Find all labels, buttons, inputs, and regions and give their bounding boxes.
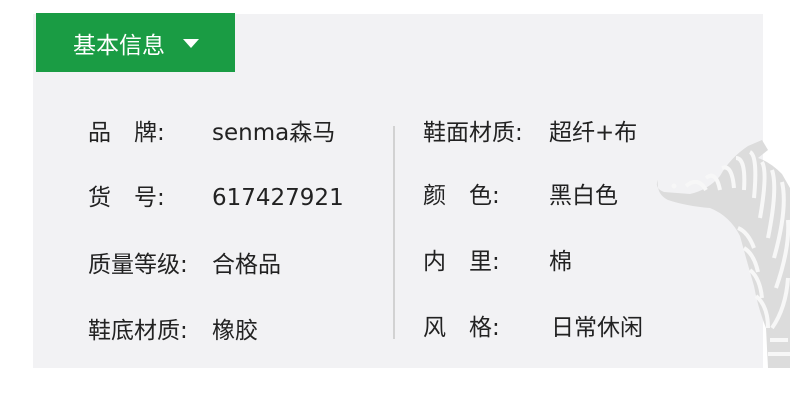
attr-value: senma森马	[212, 120, 336, 146]
caret-down-icon	[183, 39, 199, 48]
attr-value: 橡胶	[212, 318, 258, 344]
column-divider	[393, 126, 395, 339]
attr-value: 合格品	[212, 252, 281, 278]
attr-value: 棉	[549, 249, 572, 275]
attr-row-sole-material: 鞋底材质: 橡胶	[88, 315, 388, 347]
attr-row-item-number: 货 号: 617427921	[88, 182, 388, 214]
attr-label: 质量等级:	[88, 252, 188, 278]
attr-label: 货 号:	[88, 185, 165, 211]
zebra-watermark-icon	[656, 140, 790, 368]
attr-value: 日常休闲	[551, 315, 643, 341]
attr-label: 鞋底材质:	[88, 318, 188, 344]
attr-label: 风 格:	[423, 315, 500, 341]
attr-value: 黑白色	[549, 183, 618, 209]
attr-row-brand: 品 牌: senma森马	[88, 117, 388, 149]
tab-label: 基本信息	[73, 32, 165, 59]
attr-label: 品 牌:	[88, 120, 165, 146]
attr-label: 颜 色:	[423, 183, 500, 209]
attr-value: 617427921	[212, 185, 344, 211]
attr-label: 鞋面材质:	[423, 120, 523, 146]
basic-info-tab[interactable]: 基本信息	[36, 13, 235, 72]
attr-label: 内 里:	[423, 249, 500, 275]
attr-value: 超纤+布	[549, 120, 638, 146]
attr-row-quality: 质量等级: 合格品	[88, 249, 388, 281]
